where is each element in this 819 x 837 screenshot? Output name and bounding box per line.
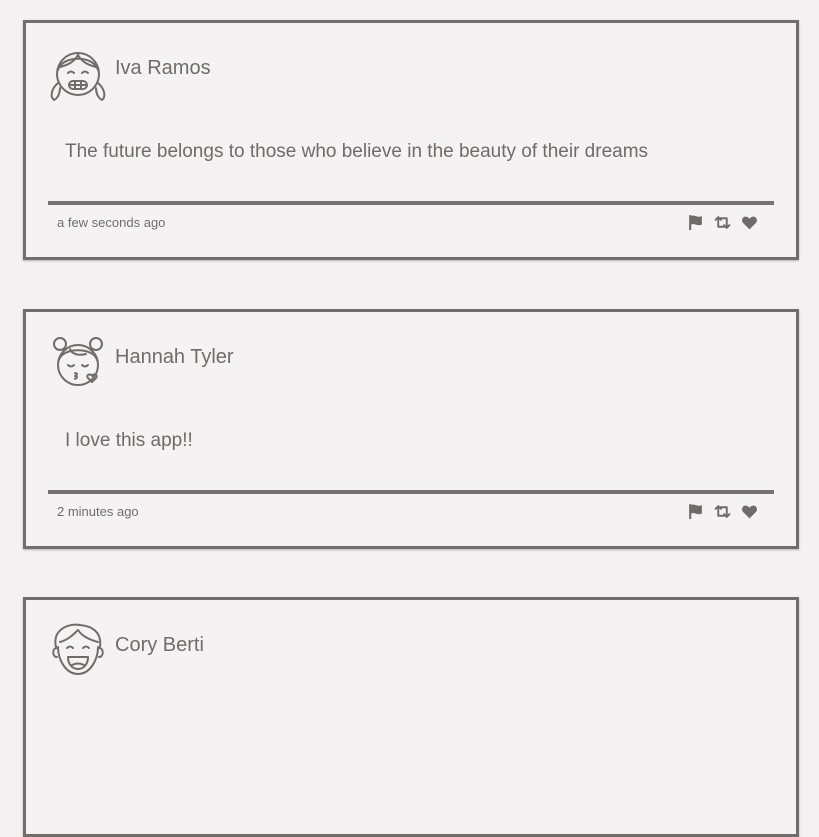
author-name: Hannah Tyler xyxy=(115,346,234,368)
flag-icon[interactable] xyxy=(687,503,704,520)
girl-buns-kiss-icon xyxy=(48,332,108,392)
timestamp: a few seconds ago xyxy=(57,215,166,230)
comment-actions xyxy=(687,214,758,231)
boy-laugh-icon xyxy=(48,620,108,680)
author-name: Cory Berti xyxy=(115,634,204,656)
heart-icon[interactable] xyxy=(741,503,758,520)
comment-card: Iva Ramos The future belongs to those wh… xyxy=(23,20,799,260)
heart-icon[interactable] xyxy=(741,214,758,231)
divider xyxy=(48,201,774,205)
retweet-icon[interactable] xyxy=(714,214,731,231)
timestamp: 2 minutes ago xyxy=(57,504,139,519)
divider xyxy=(48,490,774,494)
comment-text: I love this app!! xyxy=(65,430,193,451)
comment-text: The future belongs to those who believe … xyxy=(65,141,649,162)
girl-braids-grin-icon xyxy=(48,43,108,103)
flag-icon[interactable] xyxy=(687,214,704,231)
retweet-icon[interactable] xyxy=(714,503,731,520)
comment-card: Cory Berti xyxy=(23,597,799,837)
author-name: Iva Ramos xyxy=(115,57,211,79)
comment-actions xyxy=(687,503,758,520)
comment-card: Hannah Tyler I love this app!! 2 minutes… xyxy=(23,309,799,549)
